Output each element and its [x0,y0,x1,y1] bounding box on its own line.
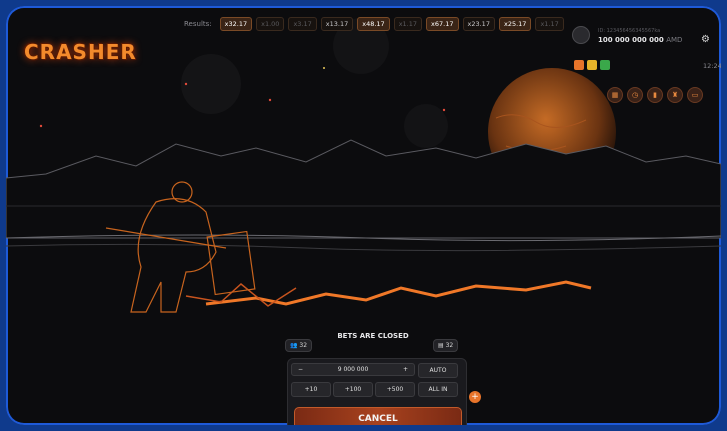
lava-crack [205,280,592,306]
chat-icon[interactable]: ▭ [687,87,703,103]
quick-add-10[interactable]: +10 [291,382,331,397]
increase-button[interactable]: + [403,366,408,373]
add-bet-button[interactable]: + [469,391,481,403]
results-label: Results: [184,20,212,28]
results-bar: Results: x32.17 x1.00 x3.17 x13.17 x48.1… [184,17,564,31]
promo-icon[interactable] [600,60,610,70]
result-pill: x3.17 [288,17,317,31]
quick-add-500[interactable]: +500 [375,382,415,397]
result-pill: x25.17 [498,17,532,31]
all-in-button[interactable]: ALL IN [418,382,458,397]
result-pill: x48.17 [357,17,390,31]
balance: 100 000 000 000 AMD [598,36,682,44]
toolbar-icons: ▦ ◷ ▮ ♜ ▭ [607,87,703,103]
ticket-icon: ▤ [438,342,444,349]
result-pill: x1.17 [393,17,423,31]
trophy-icon[interactable]: ♜ [667,87,683,103]
balance-value: 100 000 000 000 [598,36,664,44]
gift-icon[interactable] [574,60,584,70]
result-pill: x13.17 [320,17,354,31]
auto-button[interactable]: AUTO [418,363,458,378]
result-pill: x1.17 [535,17,564,31]
badge-row [574,60,610,70]
users-icon: 👥 [290,342,298,349]
cancel-button[interactable]: CANCEL [294,407,462,425]
history-icon[interactable]: ▦ [607,87,623,103]
players-count: 32 [299,342,308,349]
bets-status: BETS ARE CLOSED [337,332,409,340]
result-pill: x1.00 [256,17,285,31]
game-logo: CRASHER [24,40,137,64]
balance-currency: AMD [666,36,683,44]
bets-counter: ▤ 32 [433,339,459,352]
gear-icon[interactable]: ⚙ [701,34,710,45]
clock-icon[interactable]: ◷ [627,87,643,103]
clock: 12:24 [703,62,721,70]
players-counter: 👥 32 [285,339,313,352]
result-pill: x32.17 [219,17,253,31]
mountains [6,139,721,239]
bets-count: 32 [445,342,454,349]
amount-input[interactable]: 9 000 000 [338,366,369,373]
decrease-button[interactable]: − [298,366,303,373]
result-pill: x67.17 [426,17,459,31]
quick-add-100[interactable]: +100 [333,382,373,397]
result-pill: x23.17 [462,17,495,31]
account-id: ID: 123456456345567ka [598,28,661,34]
leaderboard-icon[interactable]: ▮ [647,87,663,103]
amount-stepper: − 9 000 000 + [291,363,415,376]
bonus-icon[interactable] [587,60,597,70]
game-frame: CRASHER Results: x32.17 x1.00 x3.17 x13.… [6,6,721,425]
avatar[interactable] [572,26,590,44]
